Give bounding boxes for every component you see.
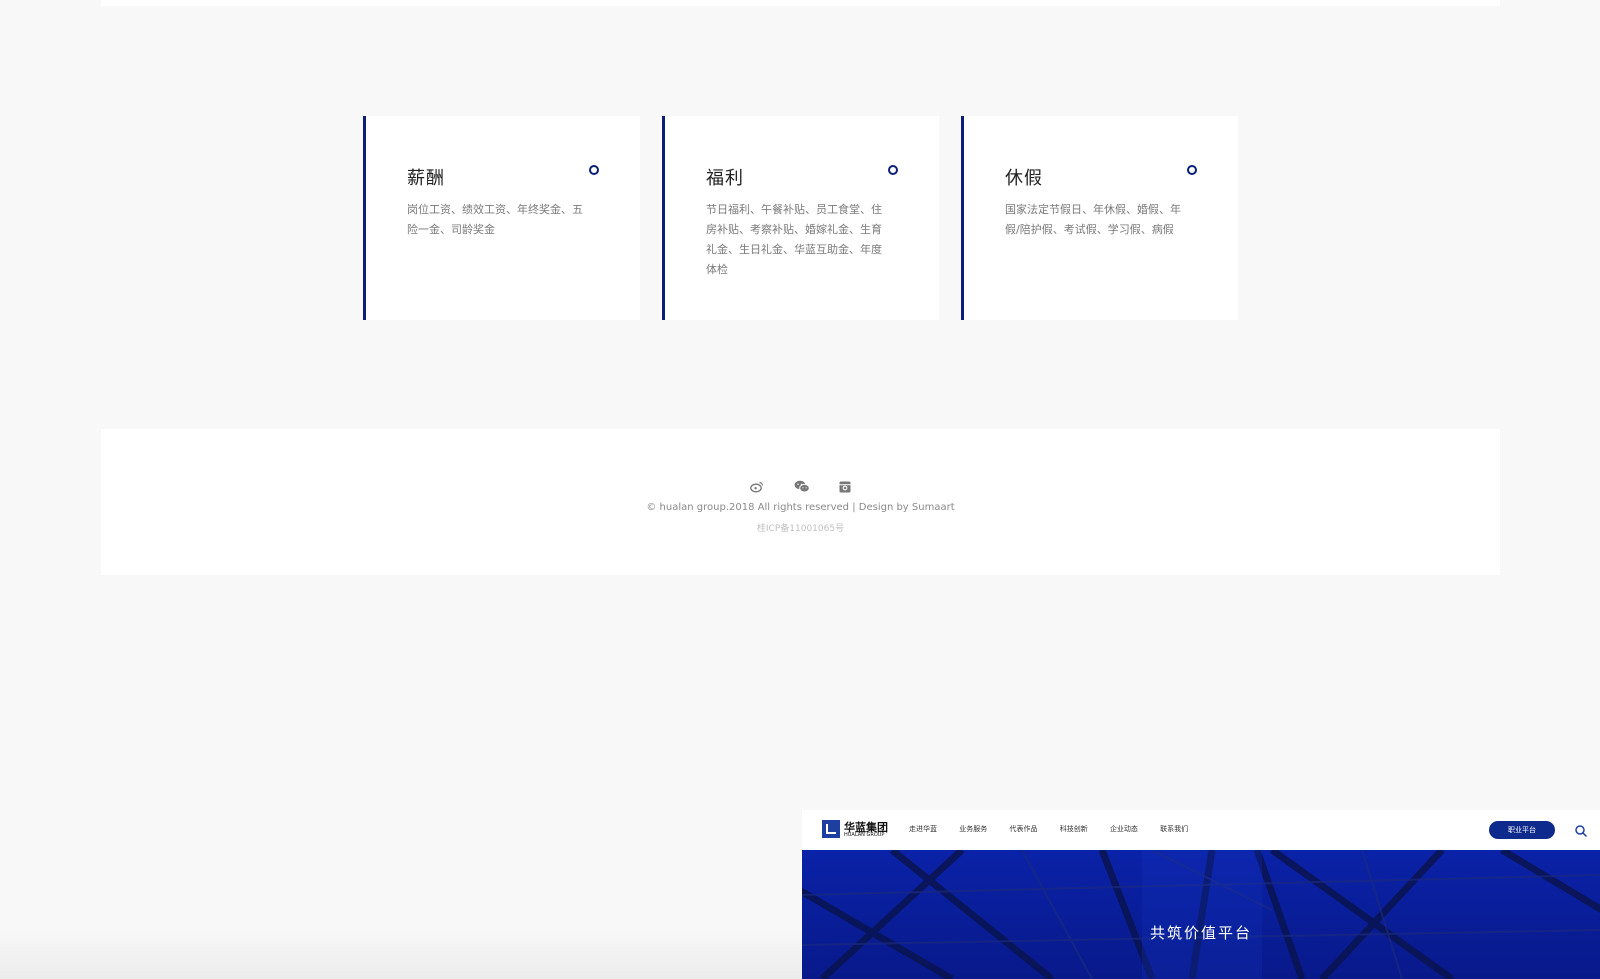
benefit-card-description: 节日福利、午餐补贴、员工食堂、住房补贴、考察补贴、婚嫁礼金、生育礼金、生日礼金、… (706, 203, 882, 276)
circle-bullet-icon (589, 165, 599, 175)
benefit-card-salary: 薪酬 岗位工资、绩效工资、年终奖金、五险一金、司龄奖金 (363, 116, 640, 320)
nav-item-works[interactable]: 代表作品 (1009, 824, 1037, 834)
hero-title: 共筑价值平台 (1149, 924, 1252, 942)
nav-item-about[interactable]: 走进华蓝 (909, 824, 937, 834)
instagram-icon[interactable] (839, 478, 851, 497)
nav-item-services[interactable]: 业务服务 (959, 824, 987, 834)
career-platform-button[interactable]: 职业平台 (1489, 821, 1555, 839)
weibo-icon[interactable] (750, 478, 764, 497)
circle-bullet-icon (1187, 165, 1197, 175)
search-icon[interactable] (1574, 823, 1588, 838)
building-glass-graphic (802, 850, 1600, 979)
website-preview-window: 华蓝集团 HUALAN GROUP 走进华蓝 业务服务 代表作品 科技创新 企业… (802, 810, 1600, 979)
preview-menu: 走进华蓝 业务服务 代表作品 科技创新 企业动态 联系我们 (909, 824, 1208, 834)
hero-banner: 共筑价值平台 (802, 850, 1600, 979)
nav-item-contact[interactable]: 联系我们 (1160, 824, 1188, 834)
benefit-card-description: 国家法定节假日、年休假、婚假、年假/陪护假、考试假、学习假、病假 (1005, 203, 1181, 236)
circle-bullet-icon (888, 165, 898, 175)
nav-item-innovation[interactable]: 科技创新 (1060, 824, 1088, 834)
site-footer: © hualan group.2018 All rights reserved … (101, 429, 1500, 575)
benefit-card-welfare: 福利 节日福利、午餐补贴、员工食堂、住房补贴、考察补贴、婚嫁礼金、生育礼金、生日… (662, 116, 939, 320)
benefit-card-vacation: 休假 国家法定节假日、年休假、婚假、年假/陪护假、考试假、学习假、病假 (961, 116, 1238, 320)
benefit-card-description: 岗位工资、绩效工资、年终奖金、五险一金、司龄奖金 (407, 203, 583, 236)
nav-item-news[interactable]: 企业动态 (1110, 824, 1138, 834)
benefit-card-title: 休假 (1005, 168, 1043, 189)
logo[interactable]: 华蓝集团 HUALAN GROUP (822, 820, 894, 840)
social-links (101, 477, 1500, 497)
logo-mark-icon (822, 820, 840, 838)
benefit-card-title: 薪酬 (407, 168, 445, 189)
icp-link[interactable]: 桂ICP备11001065号 (101, 521, 1500, 534)
copyright-text: © hualan group.2018 All rights reserved … (646, 502, 955, 513)
window-shadow (0, 929, 802, 979)
benefits-section: 薪酬 岗位工资、绩效工资、年终奖金、五险一金、司龄奖金 福利 节日福利、午餐补贴… (0, 0, 1600, 430)
wechat-icon[interactable] (794, 478, 810, 497)
preview-navbar: 华蓝集团 HUALAN GROUP 走进华蓝 业务服务 代表作品 科技创新 企业… (802, 810, 1600, 850)
logo-text-en: HUALAN GROUP (844, 832, 885, 838)
benefit-card-title: 福利 (706, 168, 744, 189)
